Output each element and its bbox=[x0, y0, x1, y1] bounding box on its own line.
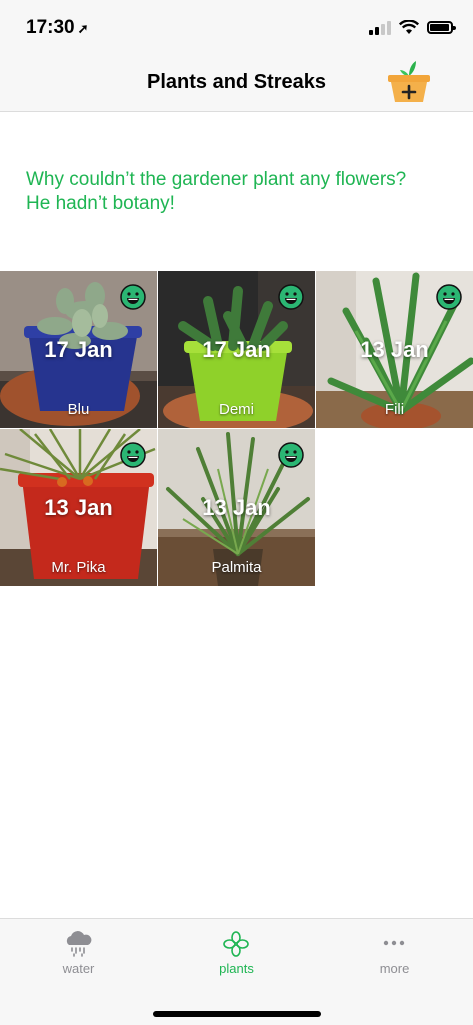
plant-tile-palmita[interactable]: 13 Jan Palmita bbox=[158, 429, 315, 586]
tab-label: more bbox=[379, 961, 410, 976]
plant-tile-blu[interactable]: 17 Jan Blu bbox=[0, 271, 157, 428]
plant-name: Mr. Pika bbox=[51, 559, 106, 576]
last-watered-date: 13 Jan bbox=[44, 495, 113, 520]
plant-name: Demi bbox=[218, 401, 254, 418]
tab-bar: water plants more bbox=[0, 918, 473, 1025]
plant-tile-fili[interactable]: 13 Jan Fili bbox=[316, 271, 473, 428]
cellular-signal-icon bbox=[369, 20, 391, 35]
plant-name: Blu bbox=[67, 401, 90, 418]
last-watered-date: 13 Jan bbox=[360, 337, 429, 362]
last-watered-date: 13 Jan bbox=[202, 495, 271, 520]
happy-face-icon bbox=[278, 284, 304, 310]
joke-line-2: He hadn’t botany! bbox=[26, 193, 175, 214]
plant-tile-demi[interactable]: 17 Jan Demi bbox=[158, 271, 315, 428]
plant-pot-add-icon[interactable] bbox=[385, 58, 433, 106]
status-bar: 17:30 ➚ bbox=[0, 0, 473, 58]
home-indicator[interactable] bbox=[153, 1011, 321, 1017]
tab-more[interactable]: more bbox=[316, 919, 473, 979]
happy-face-icon bbox=[120, 442, 146, 468]
happy-face-icon bbox=[436, 284, 462, 310]
battery-icon bbox=[427, 21, 456, 34]
plant-name: Fili bbox=[384, 401, 405, 418]
tab-water[interactable]: water bbox=[0, 919, 157, 979]
wifi-icon bbox=[399, 20, 419, 34]
nav-bar: Plants and Streaks bbox=[0, 58, 473, 112]
rain-cloud-icon bbox=[66, 931, 92, 957]
last-watered-date: 17 Jan bbox=[44, 337, 113, 362]
status-time-text: 17:30 bbox=[26, 17, 75, 38]
happy-face-icon bbox=[120, 284, 146, 310]
status-time: 17:30 ➚ bbox=[26, 17, 89, 39]
tab-label: plants bbox=[219, 961, 254, 976]
more-dots-icon bbox=[383, 940, 405, 946]
last-watered-date: 17 Jan bbox=[202, 337, 271, 362]
status-indicators bbox=[369, 20, 456, 35]
plant-tile-mr-pika[interactable]: 13 Jan Mr. Pika bbox=[0, 429, 157, 586]
joke-line-1: Why couldn’t the gardener plant any flow… bbox=[26, 169, 407, 190]
daily-joke: Why couldn’t the gardener plant any flow… bbox=[26, 168, 456, 216]
flower-icon bbox=[223, 931, 249, 957]
tab-plants[interactable]: plants bbox=[158, 919, 315, 979]
happy-face-icon bbox=[278, 442, 304, 468]
tab-label: water bbox=[62, 961, 95, 976]
plant-name: Palmita bbox=[211, 559, 262, 576]
location-arrow-icon: ➚ bbox=[77, 21, 89, 36]
